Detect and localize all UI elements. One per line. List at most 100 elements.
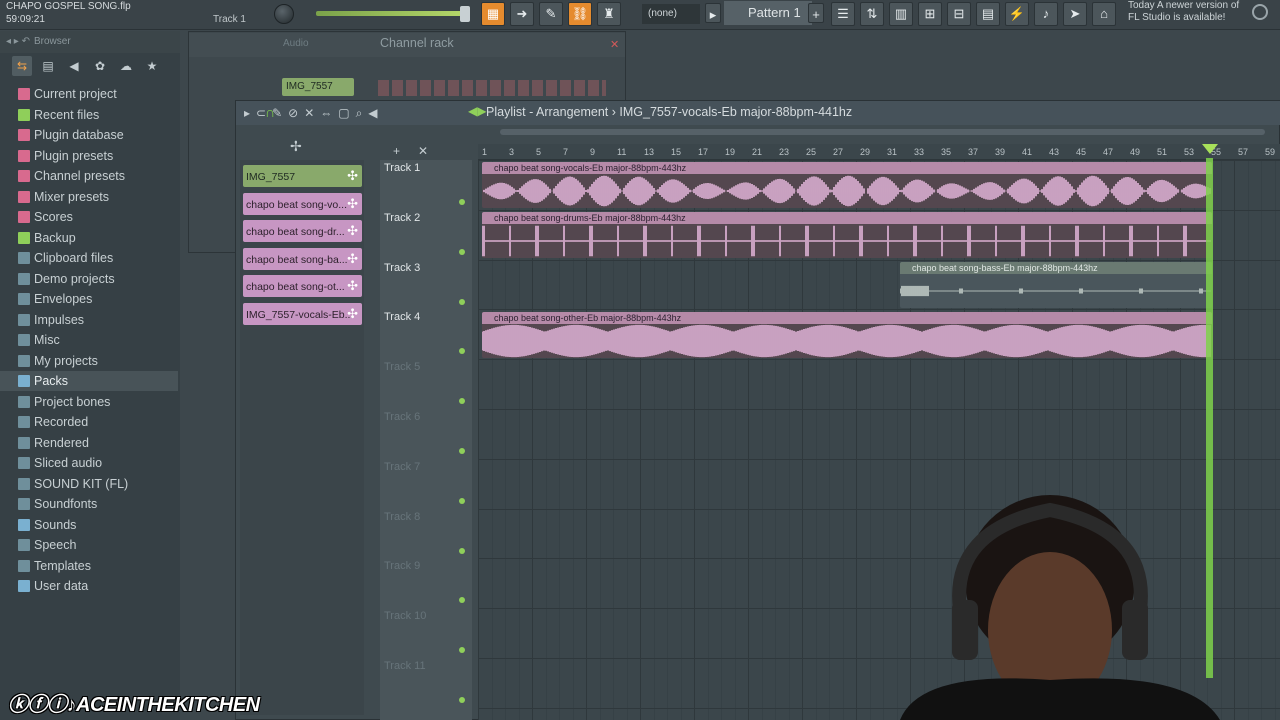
channel-rack-close-icon[interactable]: ✕ <box>610 38 619 51</box>
channel-name-button[interactable]: IMG_7557 <box>282 78 354 96</box>
browser-item[interactable]: Scores <box>18 207 73 227</box>
browser-icon[interactable]: ⊟ <box>947 2 971 26</box>
channel-rack-filter[interactable]: Audio <box>283 38 309 49</box>
browser-item[interactable]: Plugin presets <box>18 146 113 166</box>
track-label[interactable]: Track 3 <box>384 262 420 274</box>
track-mute-icon[interactable] <box>459 497 465 504</box>
browser-item[interactable]: Project bones <box>18 392 110 412</box>
pattern-item[interactable]: chapo beat song-ba... ✣ <box>243 247 362 270</box>
step-forward-icon[interactable]: ➜ <box>510 2 534 26</box>
track-mute-icon[interactable] <box>459 448 465 454</box>
browser-menu-icon[interactable]: ◂ ▸ ↶ <box>6 36 30 47</box>
browser-item[interactable]: User data <box>18 576 88 596</box>
track-mute-icon[interactable] <box>459 199 465 205</box>
track-label[interactable]: Track 2 <box>384 212 420 224</box>
volume-slider-handle[interactable] <box>460 6 470 22</box>
track-mute-icon[interactable] <box>459 248 465 255</box>
browser-item[interactable]: Plugin database <box>18 125 124 145</box>
browser-item[interactable]: Envelopes <box>18 289 92 309</box>
cloud-icon[interactable]: ☁ <box>116 56 136 76</box>
close-track-icon[interactable]: ✕ <box>418 144 428 158</box>
pattern-item[interactable]: chapo beat song-ot... ✣ <box>243 275 362 297</box>
browser-item[interactable]: Channel presets <box>18 166 125 186</box>
browser-item[interactable]: Sounds <box>18 515 76 535</box>
audio-clip[interactable]: chapo beat song-drums-Eb major-88bpm-443… <box>482 212 1212 258</box>
picker-icon[interactable]: ✢ <box>290 138 302 155</box>
browser-item[interactable]: Recorded <box>18 412 88 432</box>
pattern-item[interactable]: IMG_7557-vocals-Eb... ✣ <box>243 302 362 325</box>
pattern-item[interactable]: IMG_7557 ✣ <box>243 165 362 187</box>
folder-icon <box>18 436 30 449</box>
browser-item[interactable]: Templates <box>18 556 91 576</box>
file-icon[interactable]: ▤ <box>976 2 1000 26</box>
magnet-icon[interactable]: ∩ <box>265 104 275 120</box>
update-icon[interactable] <box>1252 4 1268 20</box>
browser-item[interactable]: Mixer presets <box>18 187 109 207</box>
metronome-icon[interactable]: ♜ <box>597 2 621 26</box>
link-icon[interactable]: ⛓ <box>568 2 592 26</box>
tuner-icon[interactable]: ♪ <box>1034 2 1058 26</box>
speaker-icon[interactable]: ◀ <box>64 56 84 76</box>
send-icon[interactable]: ➤ <box>1063 2 1087 26</box>
audio-clip[interactable]: chapo beat song-vocals-Eb major-88bpm-44… <box>482 162 1212 208</box>
ruler-number: 35 <box>941 147 952 157</box>
playlist-arrow-icon[interactable]: ◀▶ <box>468 104 486 118</box>
step-sequencer-row[interactable] <box>378 80 606 96</box>
master-volume-slider[interactable] <box>316 11 468 16</box>
browser-item[interactable]: Clipboard files <box>18 248 113 268</box>
track-label[interactable]: Track 9 <box>384 560 420 572</box>
channel-rack-icon[interactable]: ☰ <box>831 2 855 26</box>
update-notice[interactable]: Today A newer version of FL Studio is av… <box>1128 0 1239 24</box>
plugin-icon[interactable]: ✿ <box>90 56 110 76</box>
add-track-icon[interactable]: + <box>393 144 400 158</box>
pattern-none-dropdown[interactable]: (none) <box>642 4 700 24</box>
track-label[interactable]: Track 5 <box>384 361 420 373</box>
browser-item[interactable]: Speech <box>18 535 76 555</box>
edit-tool-icon[interactable]: ✎ <box>539 2 563 26</box>
track-label[interactable]: Track 7 <box>384 461 420 473</box>
browser-item[interactable]: Backup <box>18 228 76 248</box>
track-mute-icon[interactable] <box>459 697 465 703</box>
piano-roll-icon[interactable]: ⇅ <box>860 2 884 26</box>
plug-icon[interactable]: ⚡ <box>1005 2 1029 26</box>
track-divider <box>478 209 1280 211</box>
audio-clip[interactable]: chapo beat song-other-Eb major-88bpm-443… <box>482 312 1212 358</box>
browser-item[interactable]: Misc <box>18 330 60 350</box>
shop-icon[interactable]: ⌂ <box>1092 2 1116 26</box>
browser-item[interactable]: Current project <box>18 84 117 104</box>
browser-item-label: Scores <box>34 210 73 224</box>
all-icon[interactable]: ⇆ <box>12 56 32 76</box>
browser-item[interactable]: Recent files <box>18 105 99 125</box>
pattern-prev-icon[interactable]: ▸ <box>705 3 721 23</box>
mixer-icon[interactable]: ▥ <box>889 2 913 26</box>
pattern-item[interactable]: chapo beat song-vo... ✣ <box>243 192 362 215</box>
browser-item[interactable]: Rendered <box>18 433 89 453</box>
browser-item[interactable]: Soundfonts <box>18 494 97 514</box>
pattern-selector[interactable]: Pattern 1 <box>724 1 812 25</box>
browser-item[interactable]: Impulses <box>18 310 84 330</box>
browser-item[interactable]: My projects <box>18 351 98 371</box>
plugin-icon[interactable]: ⊞ <box>918 2 942 26</box>
track-label[interactable]: Track 4 <box>384 311 420 323</box>
pattern-item[interactable]: chapo beat song-dr... ✣ <box>243 220 362 242</box>
playlist-view-icon[interactable]: ▦ <box>481 2 505 26</box>
browser-item[interactable]: SOUND KIT (FL) <box>18 474 128 494</box>
browser-item[interactable]: Sliced audio <box>18 453 102 473</box>
track-label[interactable]: Track 6 <box>384 411 420 423</box>
track-mute-icon[interactable] <box>459 298 465 305</box>
track-label[interactable]: Track 8 <box>384 511 420 523</box>
star-icon[interactable]: ★ <box>142 56 162 76</box>
master-pitch-knob[interactable] <box>274 4 294 24</box>
track-label[interactable]: Track 1 <box>384 162 420 174</box>
audio-clip[interactable]: chapo beat song-bass-Eb major-88bpm-443h… <box>900 262 1212 308</box>
add-pattern-icon[interactable]: + <box>808 3 824 23</box>
track-label[interactable]: Track 10 <box>384 610 426 622</box>
playhead-marker-icon[interactable] <box>1202 144 1218 154</box>
playlist-scrollbar[interactable] <box>500 129 1265 135</box>
browser-item[interactable]: Packs <box>0 371 178 391</box>
pattern-item-label: chapo beat song-dr... <box>246 226 345 238</box>
doc-icon[interactable]: ▤ <box>38 56 58 76</box>
track-mute-icon[interactable] <box>459 547 465 554</box>
browser-item[interactable]: Demo projects <box>18 269 115 289</box>
track-label[interactable]: Track 11 <box>384 660 426 672</box>
